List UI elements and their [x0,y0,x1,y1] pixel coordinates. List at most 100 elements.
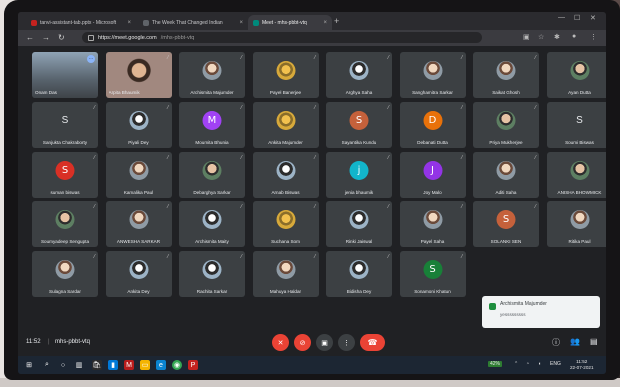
participant-tile[interactable]: ⁄ Kamalika Paul [105,151,172,198]
participant-tile[interactable]: ⁄ Debarghya Sarkar [179,151,245,198]
new-tab-button[interactable]: + [334,15,339,27]
address-bar[interactable]: https://meet.google.com/mhs-pbbt-vtq [82,32,482,43]
participant-tile[interactable]: ⁄ Arpita Bhaumik [105,52,172,98]
participant-tile[interactable]: S ⁄ suman biswas [32,151,98,198]
participant-tile[interactable]: ⁄ Soumyadeep Sengupta [32,201,98,248]
browser-tab-active[interactable]: Meet - mhs-pbbt-vtq × [248,15,332,30]
maximize-icon[interactable]: ☐ [574,14,580,22]
participant-name: Debarghya Sarkar [193,189,231,195]
participant-name: jenia bhaumik [344,189,374,195]
folder-icon[interactable]: ▭ [140,360,150,370]
participant-tile[interactable]: ⁄ Bidisha Dey [326,251,392,298]
close-window-icon[interactable]: ✕ [590,14,596,22]
participant-tile[interactable]: ⁄ Rinki Jaiswal [326,201,392,248]
mic-off-button[interactable]: ✕ [272,334,289,351]
mcafee-icon[interactable]: M [124,360,134,370]
wifi-icon[interactable]: ◔ [526,361,529,367]
tab-label: tanvi-assistant-tab.pptx - Microsoft [40,19,117,26]
chrome-icon[interactable]: ◉ [172,360,182,370]
present-button[interactable]: ▣ [316,334,333,351]
participant-avatar: S [576,114,583,126]
participant-tile[interactable]: ⁄ Payel Banerjee [252,52,319,98]
participant-tile[interactable]: ⁄ Aditi Saha [473,151,539,198]
participant-tile[interactable]: S ⁄ Sayantika Kundu [326,101,392,148]
participant-tile[interactable]: ⁄ANISHA BHOWMICK [546,151,606,198]
end-call-button[interactable]: ☎ [360,334,385,351]
mic-muted-icon: ⁄ [94,254,95,261]
close-icon[interactable]: × [127,20,131,26]
participant-tile[interactable]: ⁄ Ankita Dey [105,251,172,298]
minimize-icon[interactable]: — [558,14,565,21]
browser-tab[interactable]: The Week That Changed Indian × [138,15,248,30]
edge-icon[interactable]: e [156,360,166,370]
battery-indicator[interactable]: 42% [488,361,503,367]
lock-icon [88,34,94,41]
tab-label: Meet - mhs-pbbt-vtq [262,19,307,26]
back-icon[interactable]: ← [26,32,34,44]
browser-toolbar: ← → ↻ https://meet.google.com/mhs-pbbt-v… [18,30,606,46]
powerpoint-taskbar-icon[interactable]: P [188,360,198,370]
mic-muted-icon: ⁄ [461,104,463,111]
windows-start-icon[interactable]: ⊞ [24,360,34,370]
powerpoint-icon [31,19,37,26]
participant-tile[interactable]: S ⁄ Sanjukta Chakraborty [32,101,98,148]
browser-tab[interactable]: tanvi-assistant-tab.pptx - Microsoft × [26,15,136,30]
participant-tile[interactable]: ⁄ Payel Saha [399,201,466,248]
chat-panel-icon[interactable]: ▤ [590,337,598,346]
participant-tile[interactable]: ⁄ Ankita Majumder [252,101,319,148]
participant-tile[interactable]: ⁄Ritika Paul [546,201,606,248]
participant-tile[interactable]: S⁄Soumi Biswas [546,101,606,148]
camera-off-button[interactable]: ⊘ [294,334,311,351]
participant-tile[interactable]: ⁄ Suchana Som [252,201,319,248]
participant-tile[interactable]: J ⁄ Joy Malo [399,151,466,198]
extensions-icon[interactable]: ✱ [554,33,560,41]
close-icon[interactable]: × [239,20,243,26]
participant-tile[interactable]: ⁄ Priya Mukherjee [473,101,539,148]
profile-icon[interactable]: ● [572,33,576,40]
chat-icon [489,303,496,310]
participant-tile[interactable]: ⁄ Sanghamitra Sarkar [399,52,466,98]
menu-icon[interactable]: ⋮ [590,33,597,41]
participant-tile[interactable]: ⁄ Rachita Sarkar [179,251,245,298]
close-icon[interactable]: × [323,20,327,26]
participant-tile[interactable]: ⁄Ayan Dutta [546,52,606,98]
search-icon[interactable]: ⌕ [42,360,52,370]
tray-arrow-icon[interactable]: ⌃ [514,361,518,367]
mic-muted-icon: ⁄ [314,154,316,161]
reload-icon[interactable]: ↻ [58,32,65,44]
store-icon[interactable]: 🛍 [92,360,102,370]
participant-tile[interactable]: j ⁄ jenia bhaumik [326,151,392,198]
participant-tile[interactable]: ⁄ Arghya Saha [326,52,392,98]
participant-tile[interactable]: ⁄ Archismita Majumder [179,52,245,98]
participant-name: Piyali Dey [128,139,149,145]
participant-tile[interactable]: M ⁄ Moumita Bhunia [179,101,245,148]
cortana-icon[interactable]: ○ [58,360,68,370]
participant-tile[interactable]: D ⁄ Debanati Dutta [399,101,466,148]
windows-taskbar: ⊞ ⌕ ○ ▥ 🛍 ▮ M ▭ e ◉ P 42% ⌃ ◔ ◖ ENG 11:5… [18,356,606,374]
more-options-button[interactable]: ⋮ [338,334,355,351]
camera-indicator-icon[interactable]: ▣ [523,33,530,41]
app-icon[interactable]: ▮ [108,360,118,370]
participant-tile[interactable]: ⋯ Onam Das [32,52,98,98]
participant-tile[interactable]: ⁄ Mahuya Haldar [252,251,319,298]
star-icon[interactable]: ☆ [538,33,544,41]
participant-tile[interactable]: ⁄ ANWESHA SARKAR [105,201,172,248]
participant-tile[interactable]: ⁄ Saikat Ghosh [473,52,539,98]
task-view-icon[interactable]: ▥ [74,360,84,370]
volume-icon[interactable]: ◖ [538,361,541,367]
mic-muted-icon: ⁄ [94,204,95,211]
taskbar-clock[interactable]: 11:52 22-07-2021 [570,359,594,371]
language-indicator[interactable]: ENG [550,361,561,367]
participant-tile[interactable]: ⁄ Piyali Dey [105,101,172,148]
participant-tile[interactable]: ⁄ Arnab Biswas [252,151,319,198]
participant-tile[interactable]: S ⁄ Sonamoni Khatun [399,251,466,298]
info-icon[interactable]: ⓘ [552,337,560,348]
participant-tile[interactable]: ⁄ Sulagna Sardar [32,251,98,298]
people-icon[interactable]: 👥 [570,337,580,346]
chat-notification[interactable]: Archismita Majumder yesssssssss [482,296,600,328]
forward-icon[interactable]: → [42,32,50,44]
participant-avatar: J [423,160,442,180]
participant-tile[interactable]: S ⁄ SOLANKI SEN [473,201,539,248]
participant-name: Ritika Paul [568,239,591,245]
participant-tile[interactable]: ⁄ Archismita Maity [179,201,245,248]
